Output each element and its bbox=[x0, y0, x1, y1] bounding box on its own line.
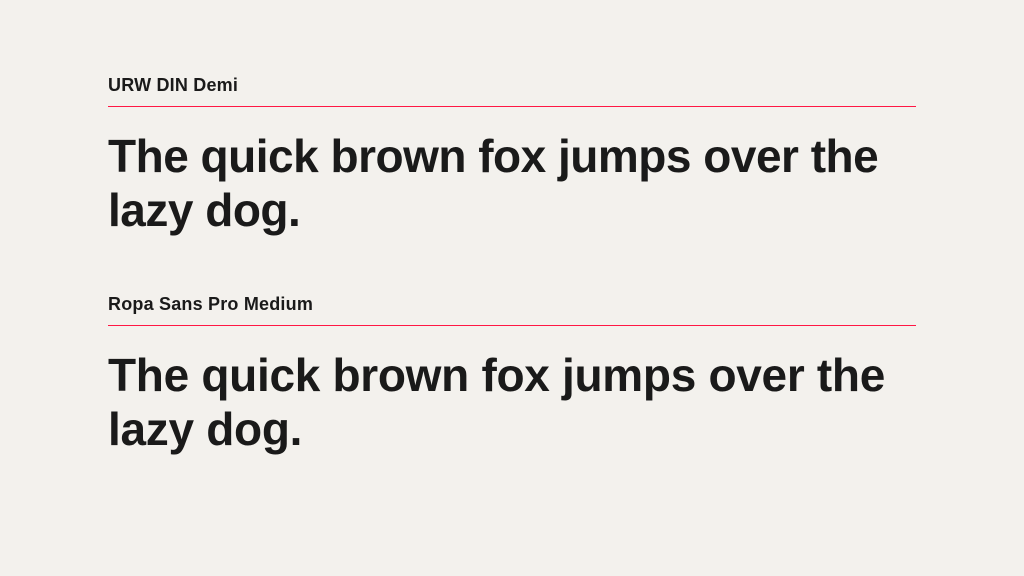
sample-text: The quick brown fox jumps over the lazy … bbox=[108, 348, 916, 457]
font-name-label: Ropa Sans Pro Medium bbox=[108, 294, 916, 315]
sample-text: The quick brown fox jumps over the lazy … bbox=[108, 129, 916, 238]
font-sample-block: URW DIN Demi The quick brown fox jumps o… bbox=[108, 75, 916, 238]
font-name-label: URW DIN Demi bbox=[108, 75, 916, 96]
divider-line bbox=[108, 325, 916, 326]
divider-line bbox=[108, 106, 916, 107]
font-sample-block: Ropa Sans Pro Medium The quick brown fox… bbox=[108, 294, 916, 457]
